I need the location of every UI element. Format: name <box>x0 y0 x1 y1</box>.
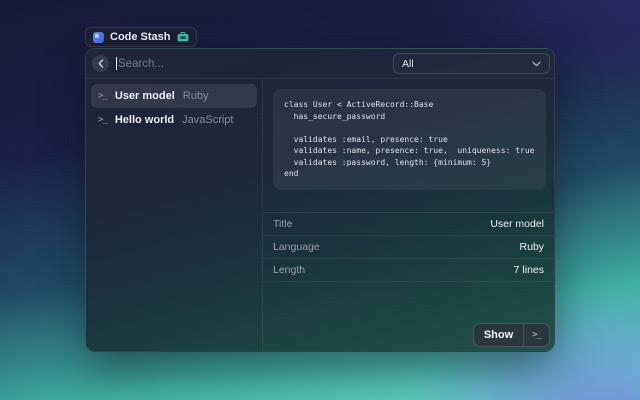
command-tab-label: Code Stash <box>110 31 171 43</box>
terminal-prompt-icon: >_ <box>98 91 107 101</box>
list-item-subtitle: Ruby <box>183 90 209 102</box>
code-preview: class User < ActiveRecord::Base has_secu… <box>273 89 546 190</box>
terminal-prompt-icon: >_ <box>98 115 107 125</box>
list-item-hello-world[interactable]: >_ Hello world JavaScript <box>91 108 257 132</box>
metadata-label: Length <box>273 264 305 276</box>
list-item-title: User model <box>115 90 175 102</box>
window-header: All <box>86 49 554 79</box>
search-input[interactable] <box>118 58 393 70</box>
metadata-value: 7 lines <box>514 264 544 276</box>
metadata-row-language: Language Ruby <box>263 236 554 259</box>
terminal-prompt-icon: >_ <box>524 330 549 340</box>
window-body: >_ User model Ruby >_ Hello world JavaSc… <box>86 79 554 351</box>
search-field[interactable] <box>116 57 393 70</box>
metadata-label: Title <box>273 218 292 230</box>
filter-dropdown[interactable]: All <box>393 53 550 74</box>
metadata-label: Language <box>273 241 320 253</box>
show-button[interactable]: Show >_ <box>473 323 550 347</box>
code-stash-window: All >_ User model Ruby >_ Hello world Ja… <box>85 48 555 352</box>
metadata-value: User model <box>490 218 544 230</box>
text-caret <box>116 57 117 70</box>
back-button[interactable] <box>92 55 109 72</box>
list-item-title: Hello world <box>115 114 174 126</box>
chevron-down-icon <box>532 61 541 67</box>
toolbox-icon <box>177 32 189 42</box>
filter-dropdown-value: All <box>402 58 414 70</box>
list-item-user-model[interactable]: >_ User model Ruby <box>91 84 257 108</box>
metadata-section: Title User model Language Ruby Length 7 … <box>263 212 554 282</box>
command-tab[interactable]: Code Stash <box>85 27 197 47</box>
metadata-row-length: Length 7 lines <box>263 259 554 282</box>
metadata-value: Ruby <box>519 241 544 253</box>
snippet-list: >_ User model Ruby >_ Hello world JavaSc… <box>86 79 263 351</box>
detail-panel: class User < ActiveRecord::Base has_secu… <box>263 79 554 351</box>
chevron-left-icon <box>98 59 104 68</box>
app-icon <box>93 32 104 43</box>
list-item-subtitle: JavaScript <box>182 114 233 126</box>
metadata-row-title: Title User model <box>263 213 554 236</box>
show-button-label: Show <box>474 329 523 341</box>
